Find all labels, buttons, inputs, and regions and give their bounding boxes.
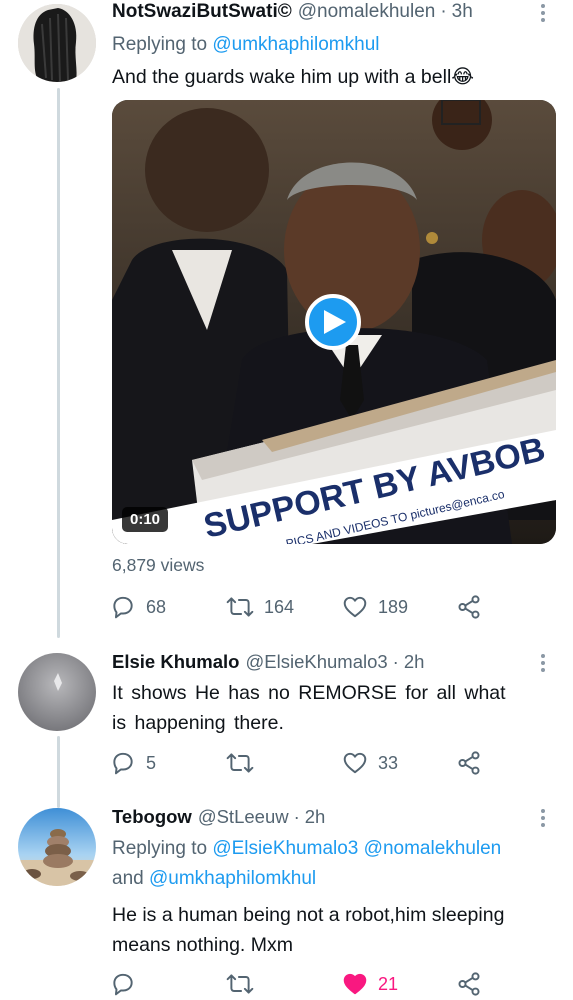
tweet-text: And the guards wake him up with a bell😂 (112, 66, 475, 88)
like-count: 189 (378, 596, 409, 617)
tweet-text-line: is happening there. (112, 712, 284, 734)
timestamp[interactable]: 2h (305, 805, 326, 829)
share-button[interactable] (456, 748, 482, 778)
tweet-header: Tebogow @StLeeuw · 2h (112, 805, 557, 829)
tweet-text-line: He is a human being not a robot,him slee… (112, 904, 505, 926)
like-button[interactable]: 189 (342, 592, 408, 622)
reply-count: 68 (146, 596, 167, 617)
like-icon (343, 973, 367, 995)
share-icon (458, 751, 480, 775)
timestamp[interactable]: 2h (404, 650, 425, 674)
separator-dot: · (440, 1, 447, 22)
replying-and: and (112, 868, 144, 889)
reply-icon (113, 596, 133, 619)
avatar[interactable] (18, 808, 96, 886)
replying-to: Replying to @umkhaphilomkhul (112, 30, 557, 60)
replying-label: Replying to (112, 34, 208, 55)
tweet[interactable]: Elsie Khumalo @ElsieKhumalo3 · 2h It sho… (0, 645, 573, 795)
retweet-button[interactable] (226, 969, 264, 999)
retweet-icon (226, 597, 254, 617)
display-name[interactable]: NotSwaziButSwati© (112, 0, 292, 24)
timestamp[interactable]: 3h (452, 0, 473, 24)
share-button[interactable] (456, 592, 482, 622)
separator-dot: · (392, 651, 399, 672)
separator-dot: · (293, 806, 300, 827)
action-bar: 21 (110, 969, 490, 999)
play-icon[interactable] (305, 294, 361, 350)
like-button[interactable]: 33 (342, 748, 398, 778)
retweet-icon (226, 974, 254, 994)
display-name[interactable]: Tebogow (112, 805, 192, 829)
tweet[interactable]: NotSwaziButSwati© @nomalekhulen · 3h Rep… (0, 0, 573, 640)
replying-label: Replying to (112, 838, 208, 859)
tweet-text: He is a human being not a robot,him slee… (112, 900, 557, 960)
reply-icon (113, 752, 133, 775)
user-handle[interactable]: @ElsieKhumalo3 (245, 650, 387, 674)
action-bar: 5 33 (110, 748, 490, 778)
mention-link[interactable]: @ElsieKhumalo3 (212, 838, 358, 859)
reply-icon (113, 973, 133, 996)
reply-button[interactable]: 68 (110, 592, 166, 622)
like-icon (343, 596, 367, 618)
reply-button[interactable] (110, 969, 146, 999)
like-icon (343, 752, 367, 774)
user-handle[interactable]: @nomalekhulen (298, 0, 436, 24)
mention-link[interactable]: @umkhaphilomkhul (212, 34, 379, 55)
share-icon (458, 972, 480, 996)
video-duration: 0:10 (122, 507, 169, 532)
tweet-header: NotSwaziButSwati© @nomalekhulen · 3h (112, 0, 557, 24)
retweet-button[interactable]: 164 (226, 592, 294, 622)
tweet-text: It shows He has no REMORSE for all what … (112, 678, 557, 738)
replying-to: Replying to @ElsieKhumalo3 @nomalekhulen… (112, 834, 557, 894)
display-name[interactable]: Elsie Khumalo (112, 650, 239, 674)
share-icon (458, 595, 480, 619)
view-count: 6,879 views (112, 555, 205, 575)
more-icon[interactable] (533, 2, 553, 24)
retweet-count: 164 (264, 596, 295, 617)
retweet-icon (226, 753, 254, 773)
tweet-text-line: means nothing. Mxm (112, 934, 293, 956)
tweet-header: Elsie Khumalo @ElsieKhumalo3 · 2h (112, 650, 557, 674)
mention-link[interactable]: @nomalekhulen (364, 838, 502, 859)
user-handle[interactable]: @StLeeuw (198, 805, 289, 829)
avatar[interactable] (18, 653, 96, 731)
reply-button[interactable]: 5 (110, 748, 156, 778)
tweet[interactable]: Tebogow @StLeeuw · 2h Replying to @Elsie… (0, 800, 573, 1000)
avatar[interactable] (18, 4, 96, 82)
share-button[interactable] (456, 969, 482, 999)
reply-count: 5 (146, 752, 157, 773)
mention-link[interactable]: @umkhaphilomkhul (149, 868, 316, 889)
like-button[interactable]: 21 (342, 969, 398, 999)
action-bar: 68 164 189 (110, 592, 490, 622)
like-count: 33 (378, 752, 399, 773)
like-count: 21 (378, 973, 399, 994)
more-icon[interactable] (533, 652, 553, 674)
retweet-button[interactable] (226, 748, 264, 778)
more-icon[interactable] (533, 807, 553, 829)
tweet-text-line: It shows He has no REMORSE for all what (112, 682, 506, 704)
